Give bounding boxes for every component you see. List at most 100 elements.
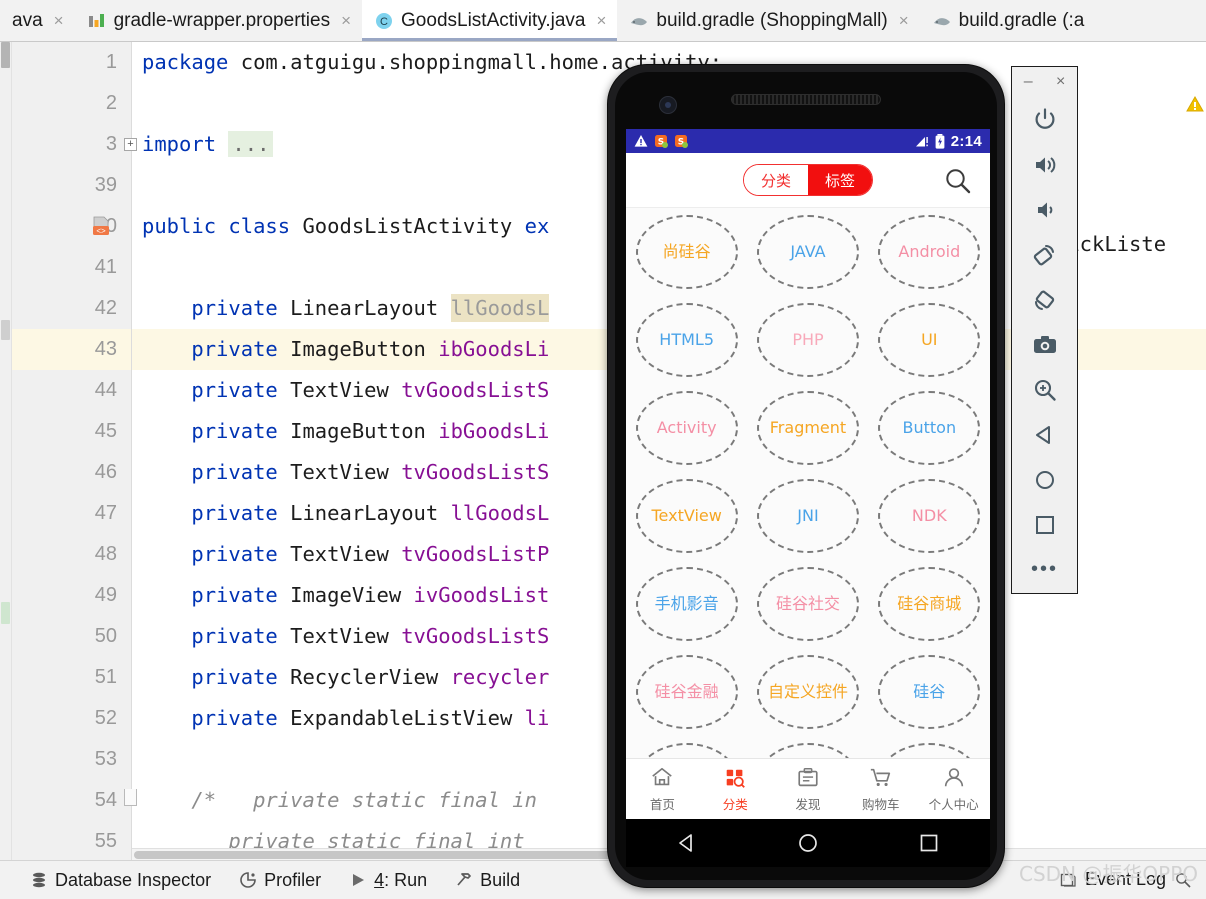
gutter-row[interactable]: 1	[12, 42, 131, 83]
gutter-row[interactable]: 41	[12, 247, 131, 288]
tag-bubble[interactable]: NDK	[878, 479, 981, 553]
gutter-row[interactable]: 40<>	[12, 206, 131, 247]
tag-bubble[interactable]: Button	[878, 391, 981, 465]
rotate-right-button[interactable]	[1012, 277, 1077, 322]
tag-bubble[interactable]: 硅谷金融	[635, 655, 738, 729]
gutter-row[interactable]: 2	[12, 83, 131, 124]
event-log-label[interactable]: Event Log	[1085, 869, 1166, 890]
power-button[interactable]	[1012, 97, 1077, 142]
editor-tab-label: build.gradle (ShoppingMall)	[656, 9, 888, 31]
editor-tab-4[interactable]: build.gradle (ShoppingMall) ×	[617, 0, 920, 41]
app-tab-cart[interactable]: 购物车	[844, 766, 917, 813]
close-icon[interactable]: ×	[596, 12, 606, 29]
status-bar-item-run-play[interactable]: 4: Run	[349, 870, 427, 891]
status-bar-item-database[interactable]: Database Inspector	[30, 870, 211, 891]
gutter-row[interactable]: 43	[12, 329, 131, 370]
home-button[interactable]	[1012, 457, 1077, 502]
close-icon[interactable]: ×	[341, 12, 351, 29]
emulator-side-toolbar[interactable]: – × •••	[1011, 66, 1078, 594]
line-number: 55	[94, 830, 117, 852]
gutter-row[interactable]: 45	[12, 411, 131, 452]
code-token: private	[191, 337, 291, 361]
volume-down-button[interactable]	[1012, 187, 1077, 232]
app-tab-discover[interactable]: 发现	[772, 766, 845, 813]
tag-bubble[interactable]	[878, 743, 981, 758]
tag-bubble[interactable]: 硅谷社交	[756, 567, 859, 641]
tag-bubble[interactable]: UI	[878, 303, 981, 377]
fold-collapse-icon[interactable]	[124, 789, 137, 806]
app-bottom-tab-bar[interactable]: 首页 分类 发现 购物车 个人中心	[626, 758, 990, 819]
tag-bubble[interactable]: TextView	[635, 479, 738, 553]
line-number: 51	[94, 666, 117, 688]
tag-bubble[interactable]: Fragment	[756, 391, 859, 465]
gutter-row[interactable]: 42	[12, 288, 131, 329]
nav-back-icon[interactable]	[676, 832, 698, 854]
editor-tab-3[interactable]: C GoodsListActivity.java ×	[362, 0, 618, 41]
gutter-row[interactable]: 44	[12, 370, 131, 411]
gutter-row[interactable]: 51	[12, 657, 131, 698]
status-bar-item-build-hammer[interactable]: Build	[455, 870, 520, 891]
rotate-left-button[interactable]	[1012, 232, 1077, 277]
gutter-row[interactable]: 48	[12, 534, 131, 575]
line-number-gutter[interactable]: 1 2 3 39 40<> 41 42 43 44 45 46 47 48 49 50 51 52 53 54 55	[12, 42, 132, 860]
fold-expand-icon[interactable]: +	[124, 138, 137, 151]
more-button[interactable]: •••	[1012, 547, 1077, 592]
tag-bubble[interactable]	[756, 743, 859, 758]
back-button[interactable]	[1012, 412, 1077, 457]
gutter-row[interactable]: 55	[12, 821, 131, 860]
search-icon[interactable]	[944, 167, 972, 195]
tag-bubble[interactable]: Activity	[635, 391, 738, 465]
minimize-icon[interactable]: –	[1024, 73, 1033, 91]
segment-category[interactable]: 分类	[744, 165, 808, 195]
tag-bubble[interactable]: HTML5	[635, 303, 738, 377]
tag-bubble[interactable]: 硅谷商城	[878, 567, 981, 641]
editor-tab-2[interactable]: gradle-wrapper.properties ×	[74, 0, 363, 41]
category-tag-segmented-control[interactable]: 分类 标签	[743, 164, 873, 196]
tag-bubble[interactable]: Android	[878, 215, 981, 289]
nav-overview-icon[interactable]	[918, 832, 940, 854]
svg-text:<>: <>	[96, 226, 106, 235]
tag-bubble[interactable]: 自定义控件	[756, 655, 859, 729]
tag-bubble[interactable]: 硅谷	[878, 655, 981, 729]
gutter-row[interactable]: 47	[12, 493, 131, 534]
close-icon[interactable]: ×	[1056, 73, 1065, 91]
line-number: 3	[105, 133, 117, 155]
editor-tab-1[interactable]: ava ×	[0, 0, 75, 41]
android-system-nav-bar[interactable]	[626, 819, 990, 867]
tag-bubble[interactable]: 手机影音	[635, 567, 738, 641]
editor-tab-5[interactable]: build.gradle (:a	[919, 0, 1096, 41]
gutter-row[interactable]: 52	[12, 698, 131, 739]
app-tab-grid-search[interactable]: 分类	[699, 766, 772, 813]
gutter-row[interactable]: 39	[12, 165, 131, 206]
gutter-row[interactable]: 53	[12, 739, 131, 780]
close-icon[interactable]: ×	[54, 12, 64, 29]
nav-home-icon[interactable]	[797, 832, 819, 854]
gutter-row[interactable]: 49	[12, 575, 131, 616]
status-bar-item-profiler[interactable]: Profiler	[239, 870, 321, 891]
code-line-text: /* private static final in	[142, 780, 537, 821]
close-icon[interactable]: ×	[899, 12, 909, 29]
gutter-row[interactable]: 3	[12, 124, 131, 165]
gutter-row[interactable]: 54	[12, 780, 131, 821]
app-tab-home[interactable]: 首页	[626, 766, 699, 813]
gutter-row[interactable]: 46	[12, 452, 131, 493]
tag-bubble[interactable]: JAVA	[756, 215, 859, 289]
phone-screen[interactable]: S S 2:14 分类 标签 尚硅谷 JAVA Android HTML5 PH…	[626, 129, 990, 819]
app-tab-person[interactable]: 个人中心	[917, 766, 990, 813]
warning-triangle-icon[interactable]	[1186, 96, 1204, 113]
segment-tag[interactable]: 标签	[808, 165, 872, 195]
tag-bubble[interactable]: PHP	[756, 303, 859, 377]
tag-bubble-grid[interactable]: 尚硅谷 JAVA Android HTML5 PHP UI Activity Fragment…	[626, 208, 990, 758]
overview-button[interactable]	[1012, 502, 1077, 547]
tag-bubble[interactable]: 尚硅谷	[635, 215, 738, 289]
tag-bubble[interactable]	[635, 743, 738, 758]
zoom-button[interactable]	[1012, 367, 1077, 412]
tag-bubble[interactable]: JNI	[756, 479, 859, 553]
android-activity-marker-icon[interactable]: <>	[90, 215, 112, 237]
emulator-phone-frame[interactable]: S S 2:14 分类 标签 尚硅谷 JAVA Android HTML5 PH…	[607, 64, 1005, 888]
screenshot-button[interactable]	[1012, 322, 1077, 367]
volume-up-button[interactable]	[1012, 142, 1077, 187]
gutter-row[interactable]: 50	[12, 616, 131, 657]
status-bar-item-label: Profiler	[264, 869, 322, 890]
search-icon[interactable]	[1174, 871, 1192, 889]
